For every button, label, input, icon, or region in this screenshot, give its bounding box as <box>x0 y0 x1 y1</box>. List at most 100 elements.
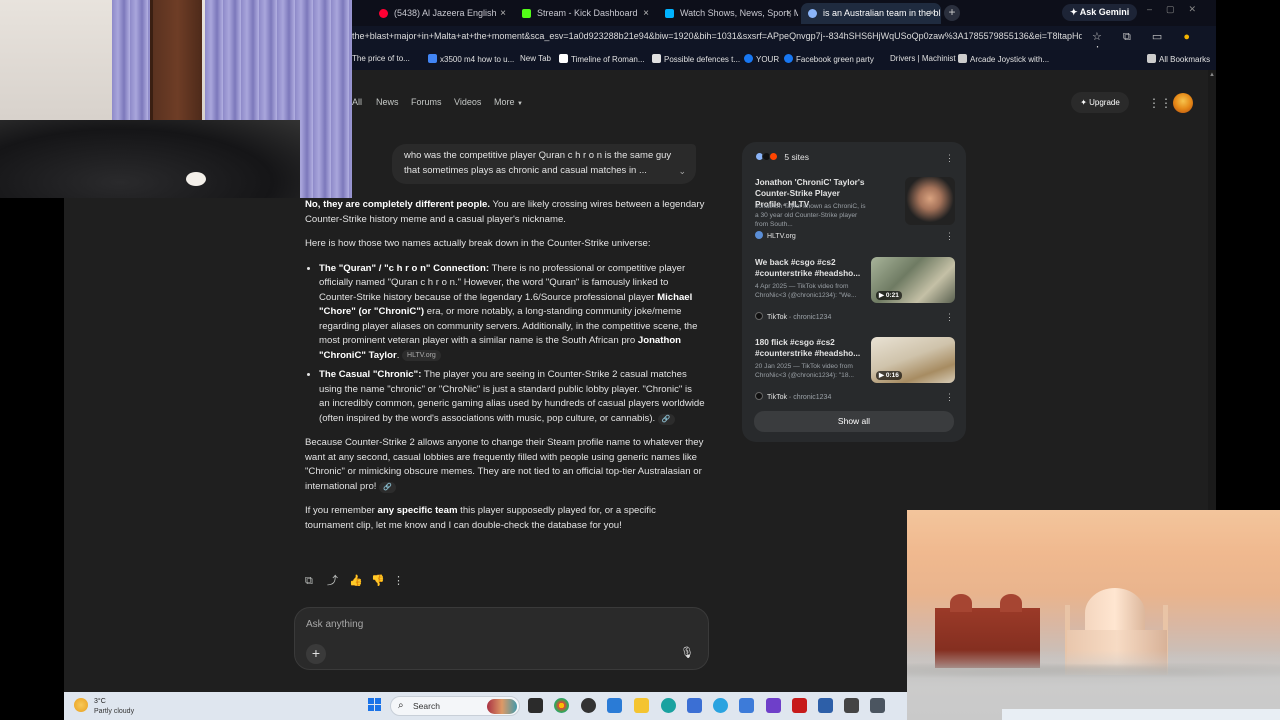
new-tab-button[interactable]: + <box>944 5 960 21</box>
bullet-title: The Casual "Chronic": <box>319 369 422 380</box>
system-tray[interactable] <box>1002 709 1280 720</box>
nav-forums[interactable]: Forums <box>411 97 442 107</box>
response-para: Because Counter-Strike 2 allows anyone t… <box>305 436 705 494</box>
taskbar-search[interactable]: ⌕ Search <box>390 696 520 716</box>
ask-gemini-button[interactable]: ✦ Ask Gemini <box>1062 4 1138 21</box>
sources-count: 5 sites <box>784 152 809 162</box>
tab-kick[interactable]: Stream - Kick Dashboard × <box>515 3 655 24</box>
mail-icon[interactable] <box>739 698 754 713</box>
app-icon[interactable] <box>766 698 781 713</box>
address-bar[interactable]: the+blast+major+in+Malta+at+the+moment&s… <box>352 26 1216 57</box>
sidepanel-icon[interactable]: ▭ <box>1152 31 1162 43</box>
upgrade-button[interactable]: ✦ Upgrade <box>1071 92 1129 113</box>
scroll-up-icon[interactable]: ▲ <box>1209 72 1215 78</box>
extensions-icon[interactable]: ⧉ <box>1123 31 1131 43</box>
more-icon[interactable]: ⋮ <box>945 312 954 323</box>
close-icon[interactable]: × <box>929 3 935 24</box>
add-button[interactable]: + <box>306 644 326 664</box>
all-bookmarks[interactable]: All Bookmarks <box>1147 54 1210 64</box>
para-text: If you remember <box>305 505 378 516</box>
bookmark-item[interactable]: Possible defences t... <box>652 54 740 64</box>
tab-bar: (5438) Al Jazeera English × Stream - Kic… <box>352 0 1216 26</box>
avatar[interactable] <box>1173 93 1193 113</box>
site-label: TikTok <box>767 394 787 401</box>
thumbs-up-icon[interactable]: 👍 <box>349 574 371 587</box>
sources-header[interactable]: 5 sites <box>755 152 809 162</box>
microphone-icon[interactable]: 🎙 <box>680 646 694 659</box>
windows-start-icon[interactable] <box>368 698 382 712</box>
tab-label: Watch Shows, News, Sport, Mo <box>680 8 798 18</box>
star-icon[interactable]: ☆ <box>1092 31 1102 43</box>
screen-margin <box>1216 0 1280 510</box>
tab-al-jazeera[interactable]: (5438) Al Jazeera English × <box>372 3 512 24</box>
site-handle: chronic1234 <box>793 394 832 401</box>
bookmark-item[interactable]: Arcade Joystick with... <box>958 54 1049 64</box>
edge-icon[interactable] <box>661 698 676 713</box>
upgrade-label: Upgrade <box>1089 98 1120 107</box>
kick-icon <box>522 9 531 18</box>
bookmarks-bar: The price of to... x3500 m4 how to u... … <box>352 50 1216 70</box>
bookmark-item[interactable]: YOUR <box>744 54 779 64</box>
bookmark-label: x3500 m4 how to u... <box>440 55 515 64</box>
site-handle: chronic1234 <box>793 314 832 321</box>
source-title[interactable]: 180 flick #csgo #cs2 #counterstrike #hea… <box>755 337 865 359</box>
chevron-down-icon: ▼ <box>517 101 523 107</box>
obs-icon[interactable] <box>581 698 596 713</box>
app-icon[interactable] <box>607 698 622 713</box>
chrome-icon[interactable] <box>554 698 569 713</box>
weather-widget[interactable]: 3°C Partly cloudy <box>74 695 164 717</box>
youtube-icon <box>379 9 388 18</box>
profile-icon[interactable]: ● <box>1183 31 1190 43</box>
app-icon[interactable] <box>818 698 833 713</box>
gemini-icon: ✦ <box>1070 7 1080 17</box>
ask-input-box[interactable]: Ask anything + 🎙 <box>294 607 709 670</box>
close-icon[interactable]: × <box>786 3 792 24</box>
nav-news[interactable]: News <box>376 97 399 107</box>
bookmark-label: YOUR <box>756 55 780 64</box>
store-icon[interactable] <box>687 698 702 713</box>
link-icon[interactable]: 🔗 <box>379 481 396 493</box>
bookmark-item[interactable]: Drivers | Machinist <box>890 54 956 63</box>
chevron-down-icon[interactable]: ⌄ <box>678 164 686 179</box>
copy-icon[interactable]: ⧉ <box>305 575 327 588</box>
video-duration: ▶ 0:21 <box>876 291 902 300</box>
thumbs-down-icon[interactable]: 👎 <box>371 574 393 587</box>
app-icon[interactable] <box>792 698 807 713</box>
controller-icon[interactable] <box>870 698 885 713</box>
bookmark-item[interactable]: Timeline of Roman... <box>559 54 645 64</box>
sparkle-icon: ✦ <box>1080 98 1090 107</box>
link-icon[interactable]: 🔗 <box>657 413 675 425</box>
citation-chip[interactable]: HLTV.org <box>402 349 441 361</box>
tab-google-search[interactable]: is an Australian team in the bla × <box>801 3 941 24</box>
url-text[interactable]: the+blast+major+in+Malta+at+the+moment&s… <box>352 31 1082 45</box>
list-item: The "Quran" / "c h r o n" Connection: Th… <box>319 262 705 364</box>
more-icon[interactable]: ⋮ <box>945 153 954 164</box>
more-icon[interactable]: ⋮ <box>393 574 415 587</box>
user-message: who was the competitive player Quran c h… <box>392 144 696 184</box>
more-icon[interactable]: ⋮ <box>945 231 954 242</box>
source-title[interactable]: We back #csgo #cs2 #counterstrike #heads… <box>755 257 865 279</box>
video-duration: ▶ 0:16 <box>876 371 902 380</box>
task-view-icon[interactable] <box>528 698 543 713</box>
nav-more[interactable]: More ▼ <box>494 97 523 107</box>
bookmark-item[interactable]: x3500 m4 how to u... <box>428 54 514 64</box>
webcam-overlay <box>0 0 352 198</box>
site-label: HLTV.org <box>767 233 796 240</box>
show-all-button[interactable]: Show all <box>754 411 954 432</box>
bookmark-item[interactable]: The price of to... <box>352 54 410 63</box>
tab-streaming[interactable]: Watch Shows, News, Sport, Mo × <box>658 3 798 24</box>
bookmark-item[interactable]: Facebook green party <box>784 54 874 64</box>
ask-input[interactable]: Ask anything <box>306 619 363 630</box>
close-icon[interactable]: × <box>643 3 649 24</box>
telegram-icon[interactable] <box>713 698 728 713</box>
file-explorer-icon[interactable] <box>634 698 649 713</box>
nav-videos[interactable]: Videos <box>454 97 481 107</box>
settings-icon[interactable] <box>844 698 859 713</box>
more-icon[interactable]: ⋮ <box>945 392 954 403</box>
nav-all[interactable]: All <box>352 97 362 107</box>
window-controls[interactable]: –▢✕ <box>1147 4 1210 15</box>
close-icon[interactable]: × <box>500 3 506 24</box>
share-icon[interactable]: ⤴ <box>327 572 349 588</box>
source-thumbnail[interactable] <box>905 177 955 225</box>
bookmark-item[interactable]: New Tab <box>520 54 551 63</box>
